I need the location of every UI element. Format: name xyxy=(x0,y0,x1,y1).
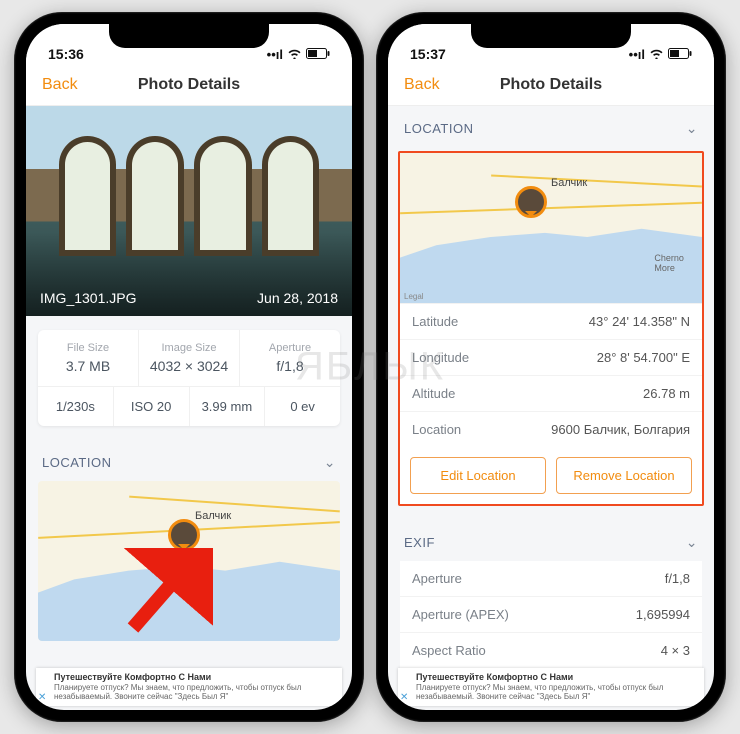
exif-aperture-label: Aperture xyxy=(412,571,462,586)
location-label: LOCATION xyxy=(42,455,112,470)
wifi-icon xyxy=(649,47,664,62)
loc-value: 9600 Балчик, Болгария xyxy=(551,422,690,437)
filename: IMG_1301.JPG xyxy=(40,290,137,306)
ad-title: Путешествуйте Комфортно С Нами xyxy=(54,672,211,682)
location-label: LOCATION xyxy=(404,121,474,136)
screen: 15:37 ••ıl Back Photo Details LOCATION ⌄ xyxy=(388,24,714,710)
ev-value: 0 ev xyxy=(265,387,340,426)
page-title: Photo Details xyxy=(388,76,714,94)
lon-value: 28° 8' 54.700" E xyxy=(597,350,690,365)
location-header[interactable]: LOCATION ⌄ xyxy=(388,110,714,147)
status-icons: ••ıl xyxy=(629,47,692,62)
status-time: 15:37 xyxy=(410,46,446,62)
notch xyxy=(109,22,269,48)
nav-bar: Back Photo Details xyxy=(26,64,352,106)
exif-apex-label: Aperture (APEX) xyxy=(412,607,509,622)
filesize-value: 3.7 MB xyxy=(42,358,134,374)
info-card: File Size 3.7 MB Image Size 4032 × 3024 Ap… xyxy=(38,330,340,426)
map-preview[interactable]: Балчик xyxy=(38,481,340,641)
aperture-label: Aperture xyxy=(244,342,336,354)
exif-label: EXIF xyxy=(404,535,435,550)
filesize-label: File Size xyxy=(42,342,134,354)
map-legal: Legal xyxy=(404,292,424,301)
ad-title: Путешествуйте Комфортно С Нами xyxy=(416,672,573,682)
map-city-label: Балчик xyxy=(195,510,231,522)
chevron-down-icon: ⌄ xyxy=(686,120,698,137)
nav-bar: Back Photo Details xyxy=(388,64,714,106)
chevron-down-icon: ⌄ xyxy=(686,534,698,551)
signal-icon: ••ıl xyxy=(629,47,645,62)
chevron-down-icon: ⌄ xyxy=(324,454,336,471)
phone-right: 15:37 ••ıl Back Photo Details LOCATION ⌄ xyxy=(376,12,726,722)
content: IMG_1301.JPG Jun 28, 2018 File Size 3.7 M… xyxy=(26,106,352,710)
phone-left: 15:36 ••ıl Back Photo Details IMG_1301.J… xyxy=(14,12,364,722)
page-title: Photo Details xyxy=(26,76,352,94)
map-city-label2: Cherno More xyxy=(654,253,684,273)
iso-value: ISO 20 xyxy=(114,387,190,426)
map-pin-icon[interactable] xyxy=(168,519,200,551)
ad-banner[interactable]: ✕ Путешествуйте Комфортно С Нами Планиру… xyxy=(36,668,342,706)
loc-label: Location xyxy=(412,422,461,437)
map-preview[interactable]: Балчик Cherno More Legal xyxy=(400,153,702,303)
battery-icon xyxy=(306,47,330,62)
exif-aperture-value: f/1,8 xyxy=(665,571,690,586)
lat-label: Latitude xyxy=(412,314,458,329)
lon-label: Longitude xyxy=(412,350,469,365)
battery-icon xyxy=(668,47,692,62)
remove-location-button[interactable]: Remove Location xyxy=(556,457,692,494)
exif-apex-value: 1,695994 xyxy=(636,607,690,622)
photo-preview[interactable]: IMG_1301.JPG Jun 28, 2018 xyxy=(26,106,352,316)
status-time: 15:36 xyxy=(48,46,84,62)
alt-value: 26.78 m xyxy=(643,386,690,401)
aperture-value: f/1,8 xyxy=(244,358,336,374)
location-header[interactable]: LOCATION ⌄ xyxy=(26,444,352,481)
map-pin-icon[interactable] xyxy=(515,186,547,218)
status-icons: ••ıl xyxy=(267,47,330,62)
exif-header[interactable]: EXIF ⌄ xyxy=(388,524,714,561)
wifi-icon xyxy=(287,47,302,62)
photo-date: Jun 28, 2018 xyxy=(257,290,338,306)
imagesize-label: Image Size xyxy=(143,342,235,354)
shutter-value: 1/230s xyxy=(38,387,114,426)
focal-value: 3.99 mm xyxy=(190,387,266,426)
ad-banner[interactable]: ✕ Путешествуйте Комфортно С Нами Планиру… xyxy=(398,668,704,706)
imagesize-value: 4032 × 3024 xyxy=(143,358,235,374)
close-icon[interactable]: ✕ xyxy=(400,692,408,704)
signal-icon: ••ıl xyxy=(267,47,283,62)
close-icon[interactable]: ✕ xyxy=(38,692,46,704)
alt-label: Altitude xyxy=(412,386,455,401)
screen: 15:36 ••ıl Back Photo Details IMG_1301.J… xyxy=(26,24,352,710)
notch xyxy=(471,22,631,48)
ad-text: Планируете отпуск? Мы знаем, что предлож… xyxy=(416,683,663,702)
exif-ar-label: Aspect Ratio xyxy=(412,643,486,658)
exif-ar-value: 4 × 3 xyxy=(661,643,690,658)
location-panel: Балчик Cherno More Legal Latitude 43° 24'… xyxy=(398,151,704,506)
content: LOCATION ⌄ Балчик Cherno More Legal Lati… xyxy=(388,106,714,710)
ad-text: Планируете отпуск? Мы знаем, что предлож… xyxy=(54,683,301,702)
map-city-label: Балчик xyxy=(551,177,587,189)
edit-location-button[interactable]: Edit Location xyxy=(410,457,546,494)
lat-value: 43° 24' 14.358" N xyxy=(589,314,690,329)
